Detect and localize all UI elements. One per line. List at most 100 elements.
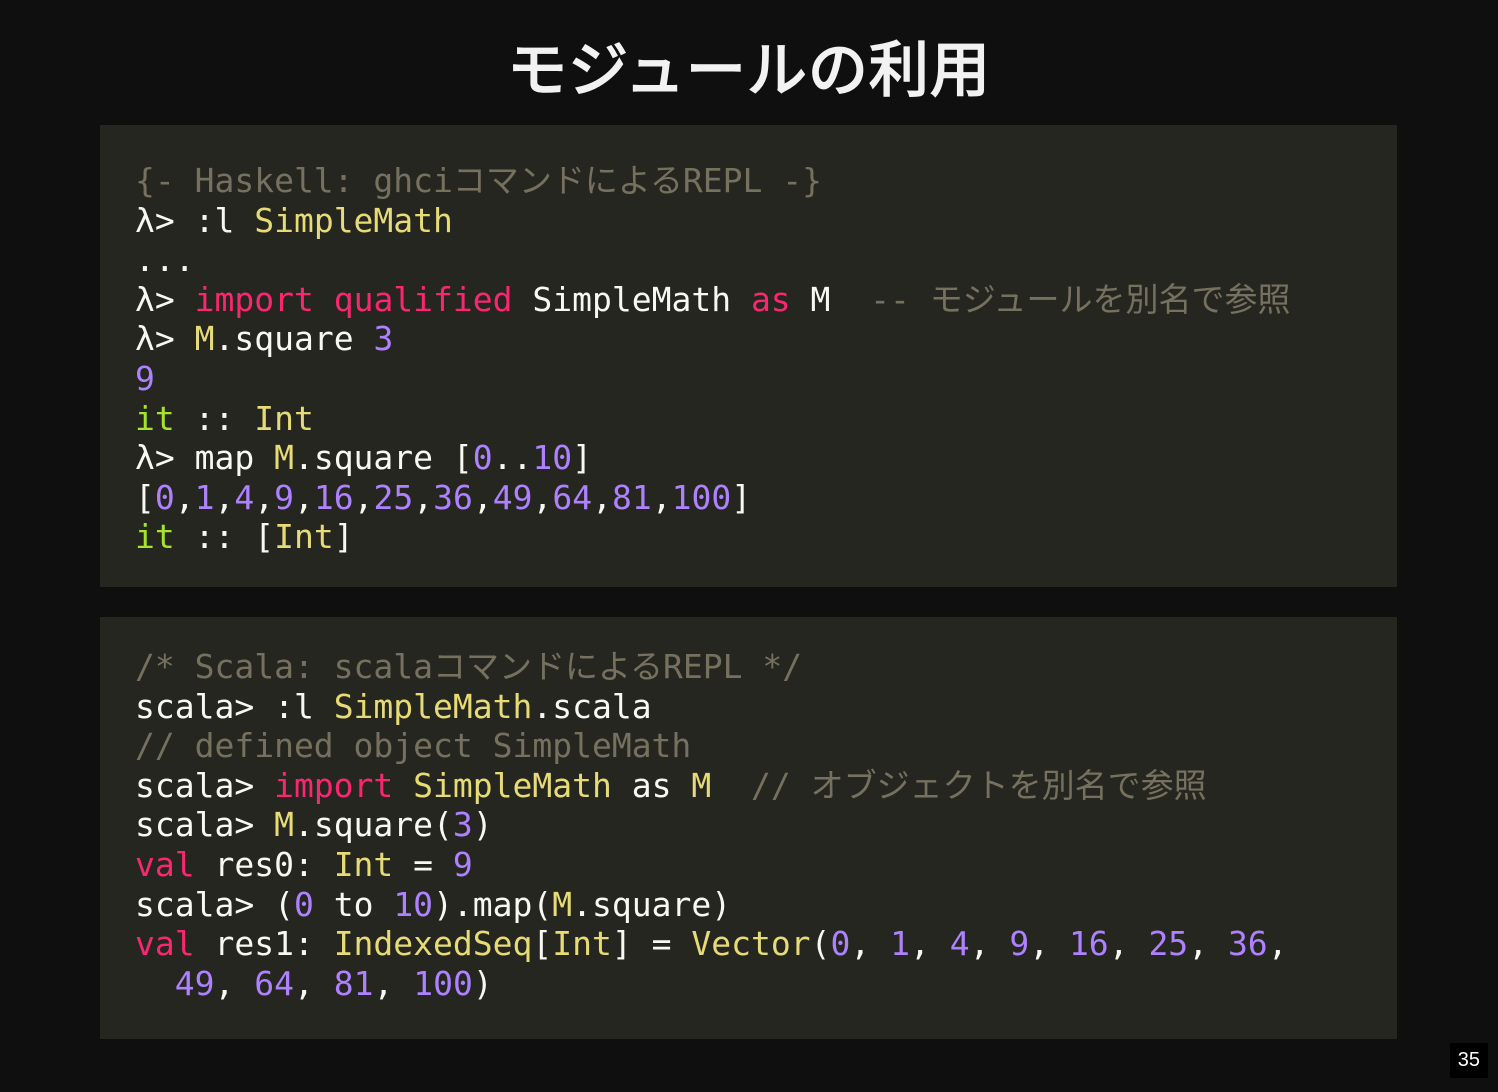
scala-code-block: /* Scala: scalaコマンドによるREPL */scala> :l S…	[100, 617, 1397, 1039]
code-token-type: SimpleMath	[254, 200, 453, 240]
code-token-plain: ,	[592, 477, 612, 517]
code-token-num: 81	[333, 963, 374, 1003]
code-token-plain: res1:	[194, 924, 334, 964]
code-token-num: 100	[671, 477, 732, 517]
code-token-plain: ,	[1267, 924, 1288, 964]
code-token-type: Int	[333, 844, 394, 884]
code-token-num: 9	[1009, 924, 1030, 964]
code-token-comment: -- モジュールを別名で参照	[870, 279, 1291, 319]
code-line: [0,1,4,9,16,25,36,49,64,81,100]	[135, 478, 1397, 518]
code-token-plain: )	[472, 963, 493, 1003]
code-line: // defined object SimpleMath	[135, 726, 1397, 766]
code-token-type: M	[552, 884, 573, 924]
code-token-num: 25	[373, 477, 414, 517]
code-token-kw: import	[194, 279, 314, 319]
code-token-type: M	[274, 805, 294, 845]
code-token-plain: ,	[651, 477, 672, 517]
code-line: scala> M.square(3)	[135, 805, 1397, 845]
code-token-plain: ,	[353, 477, 374, 517]
page-number: 35	[1449, 1043, 1488, 1078]
code-token-num: 9	[452, 844, 473, 884]
code-token-plain: ] =	[611, 924, 692, 964]
code-line: it :: Int	[135, 399, 1397, 439]
code-token-kw: val	[135, 924, 195, 964]
code-token-green: it	[135, 398, 175, 438]
code-token-plain: .square [	[293, 438, 473, 478]
code-token-type: Int	[274, 517, 334, 557]
code-token-plain: ,	[1029, 924, 1069, 964]
code-token-plain: scala> :l	[135, 686, 334, 726]
code-token-plain: λ>	[135, 319, 195, 359]
code-token-num: 0	[472, 438, 493, 478]
code-token-plain: ,	[532, 477, 553, 517]
code-token-type: M	[274, 438, 294, 478]
code-token-plain: scala>	[135, 805, 275, 845]
code-line: λ> import qualified SimpleMath as M -- モ…	[135, 280, 1397, 320]
code-token-plain: M	[790, 279, 871, 319]
code-token-type: SimpleMath	[333, 686, 533, 726]
code-line: /* Scala: scalaコマンドによるREPL */	[135, 647, 1397, 687]
code-token-comment: /* Scala: scalaコマンドによるREPL */	[135, 647, 803, 686]
code-token-plain: ).map(	[433, 884, 553, 924]
code-token-num: 0	[830, 924, 851, 964]
code-token-plain: ,	[1108, 924, 1149, 964]
code-line: val res1: IndexedSeq[Int] = Vector(0, 1,…	[135, 924, 1397, 964]
code-line: scala> (0 to 10).map(M.square)	[135, 885, 1397, 925]
code-line: λ> M.square 3	[135, 319, 1397, 359]
code-token-num: 36	[433, 477, 473, 517]
code-token-type: Int	[552, 924, 612, 964]
code-token-plain: (	[810, 924, 831, 964]
code-token-num: 1	[194, 477, 215, 517]
code-token-plain: ,	[969, 924, 1010, 964]
code-token-num: 4	[949, 924, 970, 964]
code-token-plain: ...	[135, 240, 195, 280]
code-token-num: 9	[135, 358, 155, 398]
code-token-num: 81	[612, 477, 652, 517]
code-token-num: 25	[1148, 924, 1189, 964]
code-token-plain: ,	[254, 477, 275, 517]
code-token-plain: :: [	[174, 517, 275, 557]
haskell-code-block: {- Haskell: ghciコマンドによるREPL -} λ> :l Simp…	[100, 125, 1397, 587]
code-token-plain: ,	[1188, 924, 1228, 964]
code-token-type: SimpleMath	[413, 765, 612, 805]
code-token-plain: ,	[294, 963, 334, 1003]
code-line: it :: [Int]	[135, 517, 1397, 557]
code-token-plain: to	[313, 884, 394, 924]
code-token-num: 36	[1227, 924, 1268, 964]
code-token-plain: .square(	[293, 805, 453, 845]
code-line: λ> :l SimpleMath	[135, 201, 1397, 241]
code-line: ...	[135, 240, 1397, 280]
code-token-num: 9	[274, 477, 294, 517]
code-token-num: 3	[373, 319, 394, 359]
code-token-plain: ..	[492, 438, 533, 478]
code-line: 9	[135, 359, 1397, 399]
code-token-plain: ::	[174, 398, 255, 438]
code-token-comment: // defined object SimpleMath	[135, 726, 692, 766]
code-token-plain: .scala	[532, 686, 652, 726]
code-token-num: 0	[154, 477, 175, 517]
code-token-plain: [	[532, 924, 553, 964]
code-token-num: 64	[552, 477, 593, 517]
code-token-plain: ,	[214, 477, 235, 517]
code-token-plain: λ> :l	[135, 200, 255, 240]
code-token-kw: import	[274, 765, 394, 805]
code-token-plain: SimpleMath	[512, 279, 751, 319]
slide-title: モジュールの利用	[507, 36, 991, 106]
code-token-num: 16	[313, 477, 354, 517]
code-token-num: 100	[413, 963, 473, 1003]
code-line: 49, 64, 81, 100)	[135, 964, 1397, 1004]
code-token-plain: ,	[373, 963, 414, 1003]
code-token-plain: ,	[413, 477, 434, 517]
code-token-num: 1	[890, 924, 910, 964]
code-token-plain: .square)	[572, 884, 732, 924]
code-token-num: 10	[393, 884, 434, 924]
code-token-plain: ,	[174, 477, 195, 517]
code-token-green: it	[135, 517, 175, 557]
code-token-num: 64	[254, 963, 294, 1003]
code-token-plain: ,	[294, 477, 314, 517]
code-token-num: 49	[492, 477, 533, 517]
code-line: λ> map M.square [0..10]	[135, 438, 1397, 478]
